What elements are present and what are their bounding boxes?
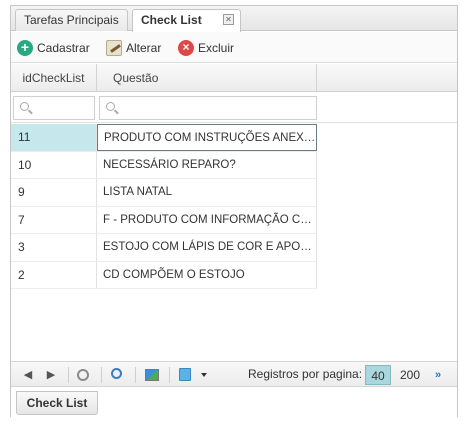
- paging-toolbar: ◀ ▶ Registros por pagina: 40 200 »: [11, 361, 457, 387]
- table-row[interactable]: 9 LISTA NATAL: [11, 179, 317, 207]
- toolbar-divider: [101, 367, 102, 383]
- checklist-grid: idCheckList Questão 11 PRODUTO COM INSTR…: [11, 64, 457, 362]
- cell-id: 11: [11, 124, 97, 151]
- delete-button-label: Excluir: [198, 41, 235, 55]
- column-header-id[interactable]: idCheckList: [11, 64, 97, 92]
- edit-button[interactable]: Alterar: [106, 39, 176, 57]
- cell-question: F - PRODUTO COM INFORMAÇÃO CORRETA?: [97, 206, 317, 233]
- question-filter-input[interactable]: [99, 96, 317, 120]
- cell-id: 9: [11, 179, 97, 206]
- cell-id: 10: [11, 151, 97, 178]
- toolbar-divider: [68, 367, 69, 383]
- add-button[interactable]: + Cadastrar: [17, 39, 107, 57]
- cell-question: PRODUTO COM INSTRUÇÕES ANEXAS?: [97, 124, 317, 151]
- add-button-label: Cadastrar: [37, 41, 90, 55]
- search-icon: [106, 102, 115, 111]
- table-row[interactable]: 7 F - PRODUTO COM INFORMAÇÃO CORRETA?: [11, 206, 317, 234]
- page-size-option-40[interactable]: 40: [365, 365, 391, 385]
- refresh-icon[interactable]: [77, 369, 89, 381]
- tab-check-list[interactable]: Check List ✕: [132, 9, 241, 32]
- table-row[interactable]: 3 ESTOJO COM LÁPIS DE COR E APONTADOR?: [11, 234, 317, 262]
- chart-image-icon[interactable]: [145, 369, 159, 381]
- find-icon[interactable]: [111, 368, 122, 379]
- cell-question: NECESSÁRIO REPARO?: [97, 151, 317, 178]
- search-icon: [20, 102, 29, 111]
- plus-icon: +: [17, 40, 33, 56]
- checklist-panel: Tarefas Principais Check List ✕ + Cadast…: [10, 5, 458, 418]
- cell-question: ESTOJO COM LÁPIS DE COR E APONTADOR?: [97, 234, 317, 261]
- tab-tarefas-principais[interactable]: Tarefas Principais: [15, 9, 128, 31]
- bottom-tab-check-list[interactable]: Check List: [16, 391, 98, 415]
- last-page-icon[interactable]: »: [431, 368, 445, 382]
- table-row[interactable]: 10 NECESSÁRIO REPARO?: [11, 151, 317, 179]
- toolbar-divider: [169, 367, 170, 383]
- tab-label: Tarefas Principais: [24, 13, 119, 27]
- filter-row: [11, 93, 457, 123]
- id-filter-input[interactable]: [13, 96, 95, 120]
- page-size-option-200[interactable]: 200: [397, 365, 423, 385]
- delete-button[interactable]: × Excluir: [178, 39, 248, 57]
- cell-question: LISTA NATAL: [97, 179, 317, 206]
- edit-button-label: Alterar: [126, 41, 162, 55]
- remove-icon: ×: [178, 40, 194, 56]
- cell-id: 2: [11, 261, 97, 288]
- grid-header: idCheckList Questão: [11, 64, 457, 92]
- action-toolbar: + Cadastrar Alterar × Excluir: [11, 32, 457, 63]
- cell-question: CD COMPÕEM O ESTOJO: [97, 261, 317, 288]
- pencil-icon: [106, 40, 122, 56]
- column-header-filler: [317, 64, 459, 92]
- table-row[interactable]: 11 PRODUTO COM INSTRUÇÕES ANEXAS?: [11, 124, 317, 152]
- previous-page-icon[interactable]: ◀: [21, 368, 35, 382]
- column-header-question[interactable]: Questão: [97, 64, 317, 92]
- table-row[interactable]: 2 CD COMPÕEM O ESTOJO: [11, 261, 317, 289]
- bottom-tab-bar: Check List: [11, 388, 457, 418]
- export-icon[interactable]: [179, 368, 191, 381]
- cell-id: 7: [11, 206, 97, 233]
- page-size-label: Registros por pagina:: [248, 367, 363, 381]
- toolbar-divider: [135, 367, 136, 383]
- next-page-icon[interactable]: ▶: [44, 368, 58, 382]
- close-icon[interactable]: ✕: [223, 14, 234, 25]
- cell-id: 3: [11, 234, 97, 261]
- top-tab-bar: Tarefas Principais Check List ✕: [11, 6, 457, 32]
- chevron-down-icon[interactable]: [201, 373, 207, 377]
- tab-label: Check List: [141, 13, 202, 27]
